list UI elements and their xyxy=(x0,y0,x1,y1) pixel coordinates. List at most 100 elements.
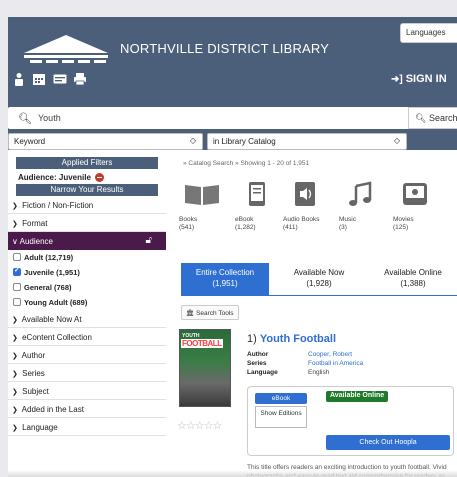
library-logo xyxy=(24,35,108,63)
facet-econtent-collection[interactable]: ❯ eContent Collection xyxy=(8,328,166,346)
option-label: Adult (12,719) xyxy=(24,253,74,262)
checkbox[interactable] xyxy=(13,298,21,307)
filters-sidebar: Applied Filters Audience: Juvenile Narro… xyxy=(8,157,166,477)
option-label: General (768) xyxy=(24,283,72,292)
chevron-right-icon: ❯ xyxy=(12,425,18,432)
search-scope-value: in Library Catalog xyxy=(213,137,276,146)
tab-count: (1,928) xyxy=(306,279,332,288)
tab-available-now[interactable]: Available Now (1,928) xyxy=(273,263,365,296)
search-scope-select[interactable]: in Library Catalog ◇ xyxy=(207,133,407,150)
search-input[interactable] xyxy=(38,109,398,127)
chevron-right-icon: ❯ xyxy=(12,203,18,210)
tab-available-online[interactable]: Available Online (1,388) xyxy=(367,263,457,296)
tools-icon: 🏛︎ xyxy=(186,310,195,317)
unlock-icon[interactable]: 🔓︎ xyxy=(146,235,152,246)
format-name: Movies xyxy=(393,216,414,223)
format-count: (125) xyxy=(393,224,409,231)
select-caret-icon: ◇ xyxy=(189,136,196,145)
audience-option-adult[interactable]: Adult (12,719) xyxy=(8,250,166,265)
audience-option-general[interactable]: General (768) xyxy=(8,280,166,295)
facet-language[interactable]: ❯ Language xyxy=(8,418,166,436)
cover-title: FOOTBALL xyxy=(181,339,223,348)
format-movies[interactable]: Movies (125) xyxy=(393,181,439,232)
facet-audience-header[interactable]: ∨ Audience 🔓︎ xyxy=(8,232,166,250)
format-audio-books[interactable]: Audio Books (411) xyxy=(283,181,329,232)
audience-option-juvenile[interactable]: Juvenile (1,951) xyxy=(8,265,166,280)
card-icon[interactable] xyxy=(53,72,67,86)
ebook-format-button[interactable]: eBook xyxy=(255,393,307,404)
language-label: Language xyxy=(247,369,278,376)
facet-label: Subject xyxy=(22,387,49,396)
format-ebook[interactable]: eBook (1,282) xyxy=(235,181,281,232)
results-area: » Catalog Search » Showing 1 - 20 of 1,9… xyxy=(173,157,457,477)
sign-in-link[interactable]: ➜] SIGN IN xyxy=(391,73,447,85)
facet-label: eContent Collection xyxy=(22,333,92,342)
search-tools-label: Search Tools xyxy=(196,310,234,317)
music-icon xyxy=(349,181,372,206)
calendar-icon[interactable] xyxy=(32,72,46,86)
search-field-select[interactable]: Keyword ◇ xyxy=(8,133,203,150)
format-books[interactable]: Books (541) xyxy=(179,181,225,232)
format-count: (1,282) xyxy=(235,224,256,231)
print-icon[interactable] xyxy=(73,72,87,86)
show-editions-button[interactable]: Show Editions xyxy=(255,406,307,428)
tab-label: Available Online xyxy=(384,268,442,277)
facet-label: Author xyxy=(21,351,46,360)
books-icon xyxy=(185,185,219,205)
option-label: Juvenile (1,951) xyxy=(24,268,80,277)
movies-icon xyxy=(403,183,427,205)
audience-option-young-adult[interactable]: Young Adult (689) xyxy=(8,295,166,310)
facet-subject[interactable]: ❯ Subject xyxy=(8,382,166,400)
languages-button[interactable]: Languages xyxy=(400,23,457,43)
rating-stars[interactable]: ☆☆☆☆☆ xyxy=(177,419,222,432)
site-header: NORTHVILLE DISTRICT LIBRARY Languages ➜]… xyxy=(8,17,457,150)
facet-author[interactable]: ❯ Author xyxy=(8,346,166,364)
checkbox[interactable] xyxy=(13,253,21,262)
series-label: Series xyxy=(247,360,267,367)
language-value: English xyxy=(308,369,330,376)
format-music[interactable]: Music (3) xyxy=(339,181,385,232)
chevron-right-icon: ❯ xyxy=(12,335,18,342)
scroll-shadow xyxy=(8,470,457,477)
search-icon: 🔍︎ xyxy=(18,113,32,125)
person-icon[interactable] xyxy=(12,72,26,86)
checkbox-checked[interactable] xyxy=(13,266,21,277)
search-tools-button[interactable]: 🏛︎ Search Tools xyxy=(181,305,239,320)
facet-available-now-at[interactable]: ❯ Available Now At xyxy=(8,310,166,328)
book-cover[interactable]: YOUTH FOOTBALL xyxy=(179,329,231,407)
applied-filter: Audience: Juvenile xyxy=(8,169,166,184)
format-count: (541) xyxy=(179,224,195,231)
result-number: 1) xyxy=(247,333,257,345)
facet-label: Language xyxy=(22,423,58,432)
sign-in-label: SIGN IN xyxy=(405,73,447,85)
checkbox[interactable] xyxy=(13,283,21,292)
facet-format[interactable]: ❯ Format xyxy=(8,214,166,232)
search-button-icon: 🔍︎ xyxy=(415,113,427,123)
search-options: Keyword ◇ in Library Catalog ◇ xyxy=(8,133,457,150)
chevron-right-icon: ❯ xyxy=(12,407,18,414)
tab-count: (1,388) xyxy=(400,279,426,288)
format-name: eBook xyxy=(235,216,254,223)
remove-filter-icon[interactable] xyxy=(95,173,105,183)
select-caret-icon: ◇ xyxy=(393,136,400,145)
facet-label: Format xyxy=(22,219,48,228)
result-title: 1) Youth Football xyxy=(247,333,336,345)
ebook-icon xyxy=(249,182,265,206)
series-link[interactable]: Football in America xyxy=(308,359,448,368)
chevron-right-icon: ❯ xyxy=(12,371,18,378)
format-count: (411) xyxy=(283,224,298,231)
checkout-hoopla-button[interactable]: Check Out Hoopla xyxy=(326,435,450,450)
applied-filters-heading: Applied Filters xyxy=(16,157,158,169)
facet-added-in-the-last[interactable]: ❯ Added in the Last xyxy=(8,400,166,418)
format-name: Music xyxy=(339,216,356,223)
applied-filter-label: Audience: Juvenile xyxy=(18,173,91,182)
format-filters: Books (541) eBook (1,282) Audio Books (411)… xyxy=(179,181,457,261)
search-field-value: Keyword xyxy=(14,137,46,146)
facet-fiction-nonfiction[interactable]: ❯ Fiction / Non-Fiction xyxy=(8,196,166,214)
tab-entire-collection[interactable]: Entire Collection (1,951) xyxy=(181,263,269,296)
facet-series[interactable]: ❯ Series xyxy=(8,364,166,382)
author-link[interactable]: Cooper, Robert xyxy=(308,350,448,359)
chevron-right-icon: ❯ xyxy=(12,221,18,228)
result-title-link[interactable]: Youth Football xyxy=(260,333,336,345)
search-button[interactable]: 🔍︎ Search xyxy=(408,107,457,129)
